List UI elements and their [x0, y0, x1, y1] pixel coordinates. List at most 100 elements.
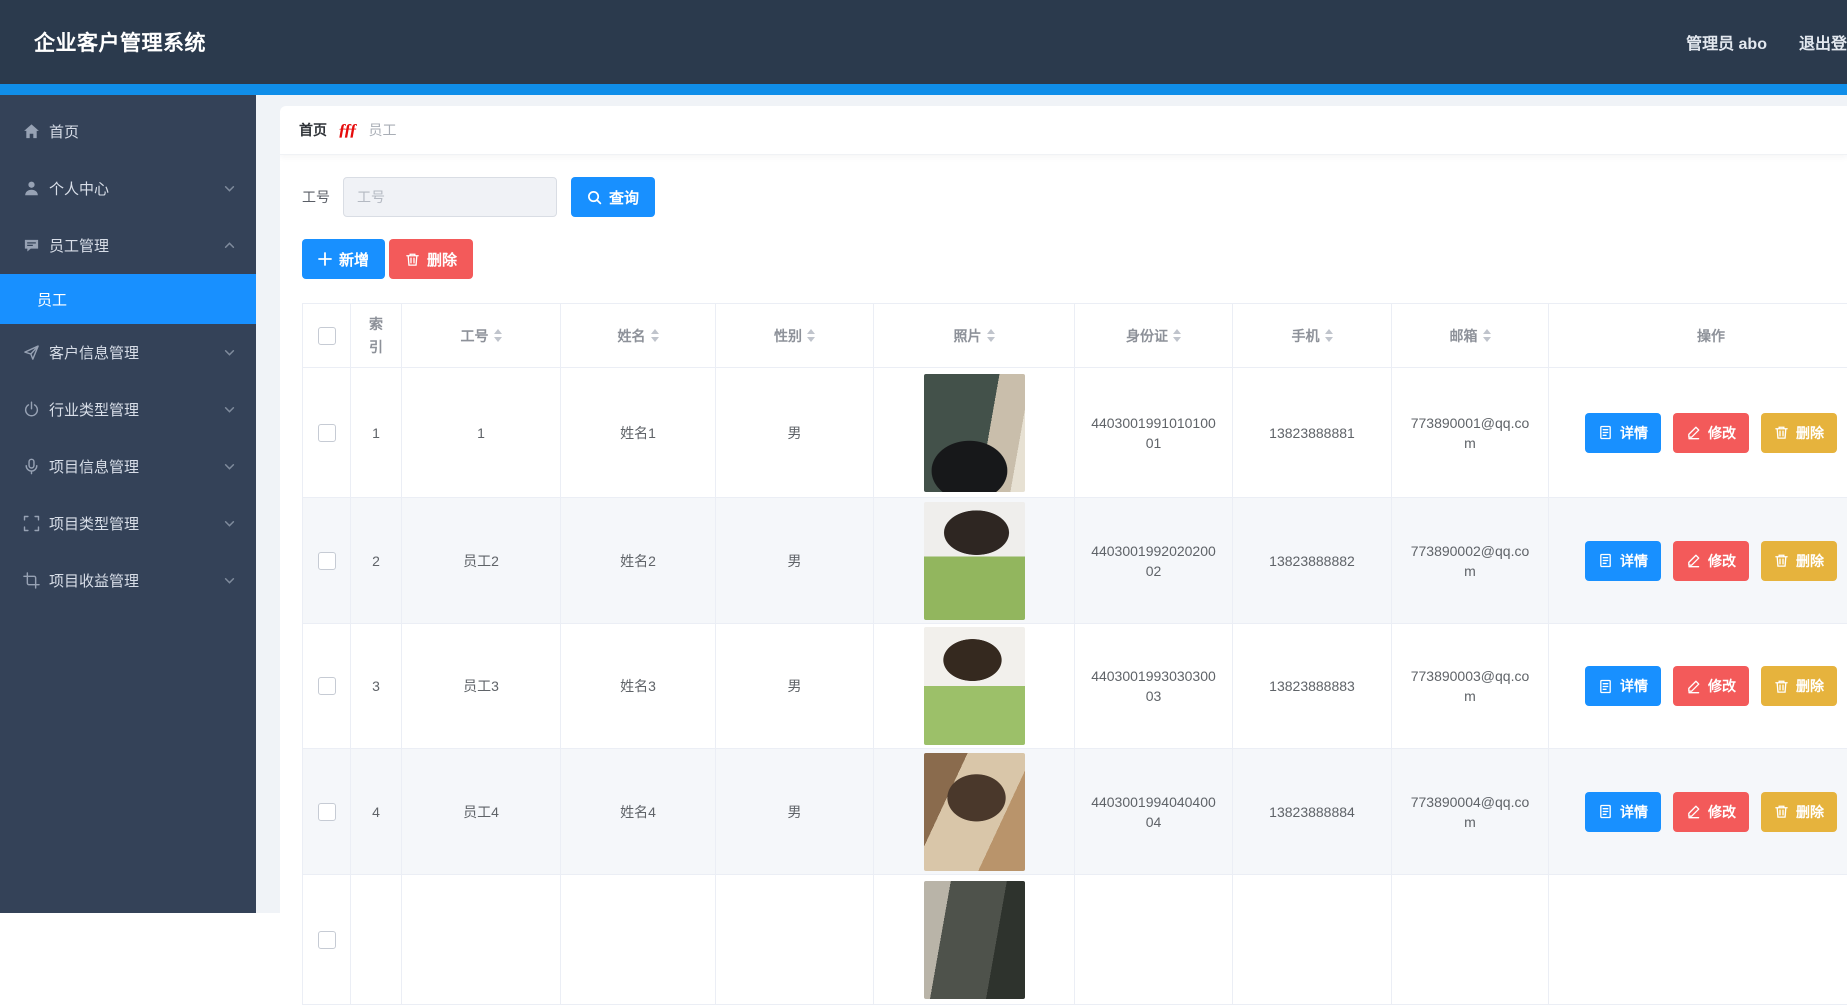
main-area: 工号 查询 [280, 155, 1847, 1005]
detail-button[interactable]: 详情 [1585, 413, 1661, 453]
sidebar-subitem-员工[interactable]: 员工 [0, 274, 256, 324]
column-header-email[interactable]: 邮箱 [1392, 304, 1549, 368]
cell-name [561, 875, 716, 1005]
sidebar-item-4[interactable]: 行业类型管理 [0, 381, 256, 438]
cell-index: 3 [351, 624, 402, 749]
chevron-up-icon [223, 239, 236, 252]
row-checkbox[interactable] [318, 677, 336, 695]
cell-phone: 13823888884 [1233, 749, 1392, 875]
row-delete-button[interactable]: 删除 [1761, 413, 1837, 453]
pen-icon [1686, 425, 1701, 440]
cell-email: 773890001@qq.com [1392, 368, 1549, 498]
employee-photo [924, 502, 1025, 620]
sidebar-item-2[interactable]: 员工管理 [0, 217, 256, 274]
table-row: 4员工4姓名4男44030019940404000413823888884773… [303, 749, 1847, 875]
chat-icon [23, 237, 40, 254]
cell-email: 773890002@qq.com [1392, 498, 1549, 624]
cell-emp-no: 员工3 [402, 624, 561, 749]
admin-user-link[interactable]: 管理员 abo [1686, 30, 1767, 54]
sidebar-item-6[interactable]: 项目类型管理 [0, 495, 256, 552]
cell-email [1392, 875, 1549, 1005]
pen-icon [1686, 553, 1701, 568]
edit-button[interactable]: 修改 [1673, 541, 1749, 581]
row-checkbox[interactable] [318, 552, 336, 570]
trash-icon [1774, 425, 1789, 440]
logout-link[interactable]: 退出登 [1799, 30, 1847, 54]
select-all-checkbox[interactable] [318, 327, 336, 345]
row-delete-button[interactable]: 删除 [1761, 666, 1837, 706]
cell-index: 2 [351, 498, 402, 624]
employee-photo [924, 627, 1025, 745]
sidebar-item-label: 首页 [49, 121, 79, 142]
column-header-emp_no[interactable]: 工号 [402, 304, 561, 368]
trash-icon [1774, 679, 1789, 694]
table-header-row: 索引工号姓名性别照片身份证手机邮箱操作 [303, 304, 1847, 368]
edit-button[interactable]: 修改 [1673, 792, 1749, 832]
sidebar-item-label: 客户信息管理 [49, 342, 139, 363]
mic-icon [23, 458, 40, 475]
search-button[interactable]: 查询 [571, 177, 655, 217]
breadcrumb-home[interactable]: 首页 [299, 120, 327, 140]
edit-button[interactable]: 修改 [1673, 413, 1749, 453]
brackets-icon [23, 515, 40, 532]
select-all-cell [303, 304, 351, 368]
search-icon [587, 190, 602, 205]
empno-input[interactable] [343, 177, 557, 217]
plus-icon [318, 252, 332, 266]
breadcrumb-separator-icon: ƒƒƒ [338, 120, 358, 140]
row-checkbox[interactable] [318, 803, 336, 821]
sidebar-item-label: 项目信息管理 [49, 456, 139, 477]
row-delete-button[interactable]: 删除 [1761, 541, 1837, 581]
sort-icon [651, 329, 659, 342]
column-header-photo[interactable]: 照片 [874, 304, 1075, 368]
detail-button[interactable]: 详情 [1585, 792, 1661, 832]
sidebar-item-7[interactable]: 项目收益管理 [0, 552, 256, 609]
detail-button[interactable]: 详情 [1585, 541, 1661, 581]
column-header-id_card[interactable]: 身份证 [1075, 304, 1233, 368]
cell-email: 773890004@qq.com [1392, 749, 1549, 875]
sidebar-item-label: 个人中心 [49, 178, 109, 199]
power-icon [23, 401, 40, 418]
sidebar-item-0[interactable]: 首页 [0, 103, 256, 160]
column-header-name[interactable]: 姓名 [561, 304, 716, 368]
content-area: 首页 ƒƒƒ 员工 工号 查询 [256, 95, 1847, 913]
crop-icon [23, 572, 40, 589]
trash-icon [1774, 553, 1789, 568]
sidebar-item-3[interactable]: 客户信息管理 [0, 324, 256, 381]
cell-emp-no [402, 875, 561, 1005]
cell-id-card: 440300199202020002 [1075, 498, 1233, 624]
edit-button[interactable]: 修改 [1673, 666, 1749, 706]
sidebar-item-label: 项目收益管理 [49, 570, 139, 591]
accent-line [0, 84, 1847, 95]
column-header-phone[interactable]: 手机 [1233, 304, 1392, 368]
sidebar-item-1[interactable]: 个人中心 [0, 160, 256, 217]
sort-icon [1483, 329, 1491, 342]
sidebar-item-label: 行业类型管理 [49, 399, 139, 420]
trash-icon [405, 252, 420, 267]
doc-icon [1598, 425, 1613, 440]
row-actions: 详情修改删除 [1549, 541, 1847, 581]
row-checkbox[interactable] [318, 931, 336, 949]
cell-gender: 男 [716, 498, 874, 624]
column-header-actions: 操作 [1549, 304, 1847, 368]
cell-name: 姓名2 [561, 498, 716, 624]
cell-emp-no: 员工4 [402, 749, 561, 875]
trash-icon [1774, 804, 1789, 819]
content-panel: 首页 ƒƒƒ 员工 工号 查询 [280, 106, 1847, 1005]
column-header-gender[interactable]: 性别 [716, 304, 874, 368]
cell-id-card: 440300199404040004 [1075, 749, 1233, 875]
doc-icon [1598, 804, 1613, 819]
sidebar-item-5[interactable]: 项目信息管理 [0, 438, 256, 495]
row-checkbox[interactable] [318, 424, 336, 442]
cell-phone: 13823888881 [1233, 368, 1392, 498]
employee-table: 索引工号姓名性别照片身份证手机邮箱操作11姓名1男440300199101010… [302, 303, 1847, 1005]
detail-button[interactable]: 详情 [1585, 666, 1661, 706]
row-delete-button[interactable]: 删除 [1761, 792, 1837, 832]
chevron-down-icon [223, 574, 236, 587]
add-button[interactable]: 新增 [302, 239, 385, 279]
sidebar-subitem-label: 员工 [37, 289, 67, 310]
employee-photo [924, 753, 1025, 871]
sidebar: 首页个人中心员工管理员工客户信息管理行业类型管理项目信息管理项目类型管理项目收益… [0, 95, 256, 913]
cell-name: 姓名3 [561, 624, 716, 749]
delete-selected-button[interactable]: 删除 [389, 239, 473, 279]
